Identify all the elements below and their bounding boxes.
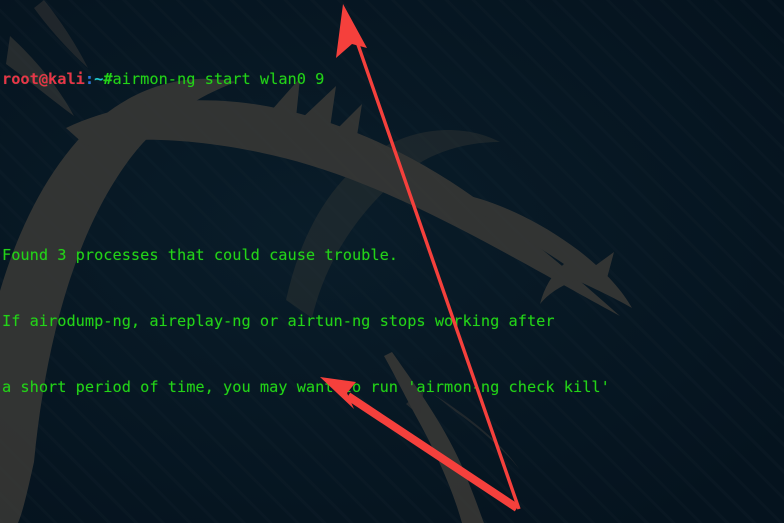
prompt-sigil: # [103,70,113,88]
prompt-path: ~ [94,70,104,88]
prompt-user-host: root@kali [2,70,85,88]
airmon-warning-line-3: a short period of time, you may want to … [2,378,610,396]
command-airmon: airmon-ng start wlan0 9 [112,70,325,88]
prompt-colon: : [84,70,95,88]
terminal-window[interactable]: root@kali:~#airmon-ng start wlan0 9 Foun… [0,0,784,523]
prompt-line-airmon: root@kali:~#airmon-ng start wlan0 9 [2,68,784,90]
airmon-warning-line-2: If airodump-ng, aireplay-ng or airtun-ng… [2,312,555,330]
airmon-warning-line-1: Found 3 processes that could cause troub… [2,246,399,264]
terminal-output: root@kali:~#airmon-ng start wlan0 9 Foun… [0,0,784,523]
